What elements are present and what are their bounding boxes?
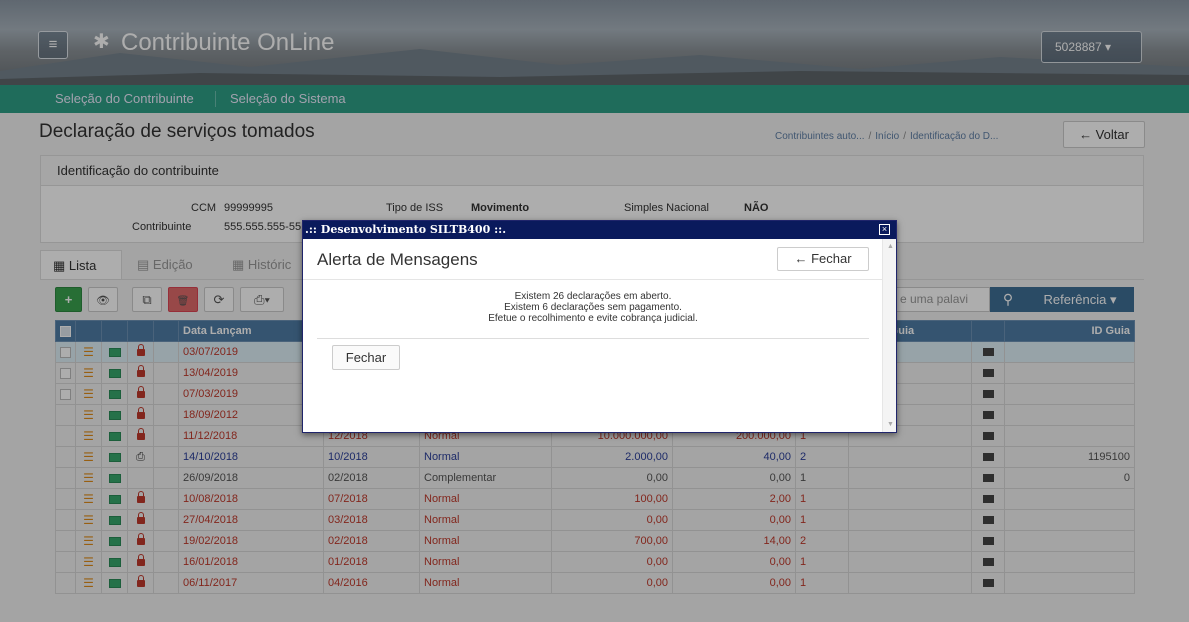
dialog-title: Alerta de Mensagens xyxy=(317,250,478,269)
scroll-up-icon[interactable]: ▲ xyxy=(887,243,894,250)
close-icon[interactable]: × xyxy=(879,224,890,235)
dialog-close-top-button[interactable]: ← Fechar xyxy=(777,247,869,271)
dialog-scrollbar[interactable]: ▲ ▼ xyxy=(882,239,896,432)
dialog-titlebar: .:: Desenvolvimento SILTB400 ::. xyxy=(303,221,896,239)
page: ≡ ✱ Contribuinte OnLine 5028887 ▾ Seleçã… xyxy=(0,0,1189,622)
scroll-down-icon[interactable]: ▼ xyxy=(887,421,894,428)
message-line: Existem 6 declarações sem pagamento. xyxy=(504,302,682,313)
divider xyxy=(303,279,883,280)
dialog-close-button[interactable]: Fechar xyxy=(332,345,400,370)
message-line: Efetue o recolhimento e evite cobrança j… xyxy=(488,313,698,324)
dialog-message: Existem 26 declarações em aberto. Existe… xyxy=(303,291,883,324)
divider xyxy=(317,338,869,339)
message-line: Existem 26 declarações em aberto. xyxy=(514,291,672,302)
message-dialog: .:: Desenvolvimento SILTB400 ::. × Alert… xyxy=(302,220,897,433)
